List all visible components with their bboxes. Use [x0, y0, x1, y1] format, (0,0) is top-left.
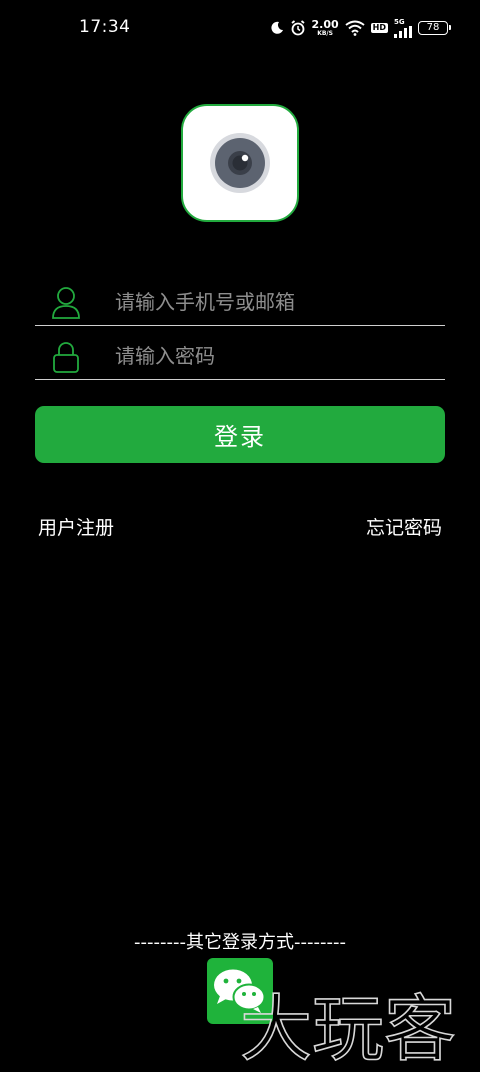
battery-level: 78 — [426, 22, 440, 33]
network-speed-value: 2.00 — [311, 18, 339, 31]
wifi-icon — [345, 20, 365, 36]
account-field-row — [35, 280, 445, 326]
status-icons: 2.00 KB/S HD 5G 78 — [270, 16, 451, 40]
camera-lens-icon — [210, 133, 270, 193]
signal-icon — [394, 25, 412, 38]
user-icon — [52, 287, 80, 319]
lock-icon — [53, 342, 79, 373]
watermark-text: 大玩客 — [240, 987, 456, 1066]
signal-label: 5G — [394, 17, 405, 26]
account-input[interactable] — [115, 284, 435, 320]
watermark: 大玩客 — [239, 986, 457, 1066]
alarm-icon — [290, 20, 305, 36]
signal-group: 5G — [394, 17, 412, 38]
app-logo — [181, 104, 299, 222]
moon-icon — [270, 21, 283, 34]
network-speed: 2.00 KB/S — [312, 19, 339, 37]
status-bar: 17:34 2.00 KB/S HD 5G 78 — [0, 0, 480, 56]
other-login-methods-title: --------其它登录方式-------- — [134, 932, 346, 953]
battery-icon: 78 — [418, 21, 451, 35]
password-field-row — [35, 334, 445, 380]
network-speed-unit: KB/S — [317, 30, 333, 37]
register-link[interactable]: 用户注册 — [38, 513, 114, 540]
login-button[interactable]: 登录 — [35, 406, 445, 463]
status-time: 17:34 — [79, 17, 131, 37]
password-input[interactable] — [115, 338, 435, 374]
hd-badge: HD — [370, 23, 388, 33]
forgot-password-link[interactable]: 忘记密码 — [366, 513, 442, 540]
